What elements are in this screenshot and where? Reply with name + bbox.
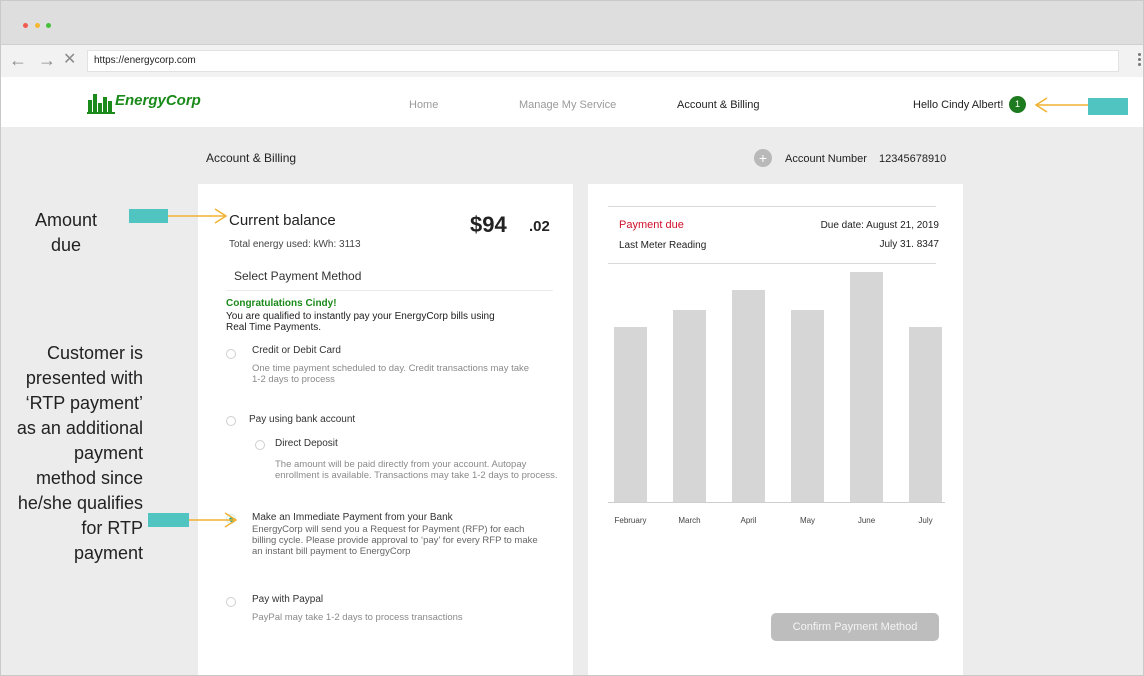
browser-toolbar: ← → ✕ https://energycorp.com [1, 45, 1143, 77]
nav-manage-service[interactable]: Manage My Service [519, 99, 616, 111]
chart-tick-label: March [678, 516, 701, 525]
address-bar[interactable]: https://energycorp.com [87, 50, 1119, 72]
browser-menu-icon[interactable] [1138, 53, 1142, 68]
current-balance-title: Current balance [229, 212, 336, 229]
chart-x-axis [608, 502, 945, 503]
rtp-option-title[interactable]: Make an Immediate Payment from your Bank [252, 512, 453, 523]
billing-summary-panel: Payment due Due date: August 21, 2019 La… [588, 184, 963, 675]
title-bar [1, 1, 1143, 45]
direct-deposit-radio[interactable] [255, 440, 265, 450]
card-option-desc: One time payment scheduled to day. Credi… [252, 363, 530, 385]
rtp-option-desc: EnergyCorp will send you a Request for P… [252, 524, 538, 557]
maximize-window-button[interactable] [46, 23, 51, 28]
chart-bar-july [909, 327, 942, 502]
select-payment-method-heading: Select Payment Method [234, 269, 362, 283]
account-number-value: 12345678910 [879, 153, 947, 165]
card-radio[interactable] [226, 349, 236, 359]
close-icon[interactable]: ✕ [63, 48, 76, 72]
brand-logo[interactable]: EnergyCorp [87, 90, 201, 114]
confirm-payment-button[interactable]: Confirm Payment Method [771, 613, 939, 641]
congrats-message: Congratulations Cindy! [226, 298, 337, 309]
payment-due-label: Payment due [619, 219, 684, 231]
due-date: Due date: August 21, 2019 [820, 220, 939, 231]
paypal-radio[interactable] [226, 597, 236, 607]
balance-amount: $94 [470, 212, 507, 237]
chart-tick-label: May [799, 516, 816, 525]
energy-used: Total energy used: kWh: 3113 [229, 239, 361, 250]
chart-tick-label: April [740, 516, 757, 525]
chart-bar-february [614, 327, 647, 502]
page-title: Account & Billing [206, 151, 297, 165]
city-skyline-icon [87, 94, 115, 114]
nav-home[interactable]: Home [409, 99, 438, 111]
annotation-marker [129, 209, 168, 223]
minimize-window-button[interactable] [35, 23, 40, 28]
paypal-option-desc: PayPal may take 1-2 days to process tran… [252, 612, 463, 623]
direct-deposit-desc: The amount will be paid directly from yo… [275, 459, 558, 481]
card-option-title[interactable]: Credit or Debit Card [252, 345, 341, 356]
divider [608, 206, 936, 207]
amount-due-annotation: Amount due [34, 210, 98, 255]
close-window-button[interactable] [23, 23, 28, 28]
chart-tick-label: February [614, 516, 647, 525]
annotation-marker [148, 513, 189, 527]
direct-deposit-title[interactable]: Direct Deposit [275, 438, 338, 449]
account-number-label: Account Number [785, 153, 867, 165]
bank-option-title[interactable]: Pay using bank account [249, 414, 355, 425]
divider [226, 290, 553, 291]
chart-tick-label: July [918, 516, 933, 525]
meter-reading-value: July 31. 8347 [879, 239, 940, 250]
annotation-marker [1088, 98, 1128, 115]
arrow-right-icon [168, 208, 228, 224]
chart-bar-may [791, 309, 824, 502]
chart-bar-march [673, 309, 706, 502]
payment-panel: Current balance $94 .02 Total energy use… [198, 184, 573, 675]
arrow-left-icon[interactable]: ← [9, 48, 27, 72]
rtp-annotation: Customer is presented with ‘RTP payment’… [16, 343, 143, 563]
browser-window: ← → ✕ https://energycorp.com EnergyCorp … [0, 0, 1144, 676]
meter-reading-label: Last Meter Reading [619, 240, 707, 251]
rtp-qualification-text: You are qualified to instantly pay your … [226, 311, 495, 333]
arrow-left-icon [1034, 97, 1088, 113]
chart-bar-april [732, 289, 765, 502]
divider [608, 263, 936, 264]
balance-cents: .02 [529, 218, 550, 235]
nav-account-billing[interactable]: Account & Billing [677, 99, 760, 111]
arrow-right-icon [189, 512, 238, 528]
site-header: EnergyCorp Home Manage My Service Accoun… [1, 77, 1143, 127]
notification-badge[interactable]: 1 [1009, 96, 1026, 113]
arrow-right-icon[interactable]: → [38, 48, 56, 72]
chart-tick-label: June [857, 516, 876, 525]
paypal-option-title[interactable]: Pay with Paypal [252, 594, 323, 605]
bank-radio[interactable] [226, 416, 236, 426]
plus-icon[interactable]: + [754, 149, 772, 167]
brand-name: EnergyCorp [115, 92, 201, 109]
user-greeting[interactable]: Hello Cindy Albert! [913, 99, 1004, 111]
chart-bar-june [850, 272, 883, 502]
